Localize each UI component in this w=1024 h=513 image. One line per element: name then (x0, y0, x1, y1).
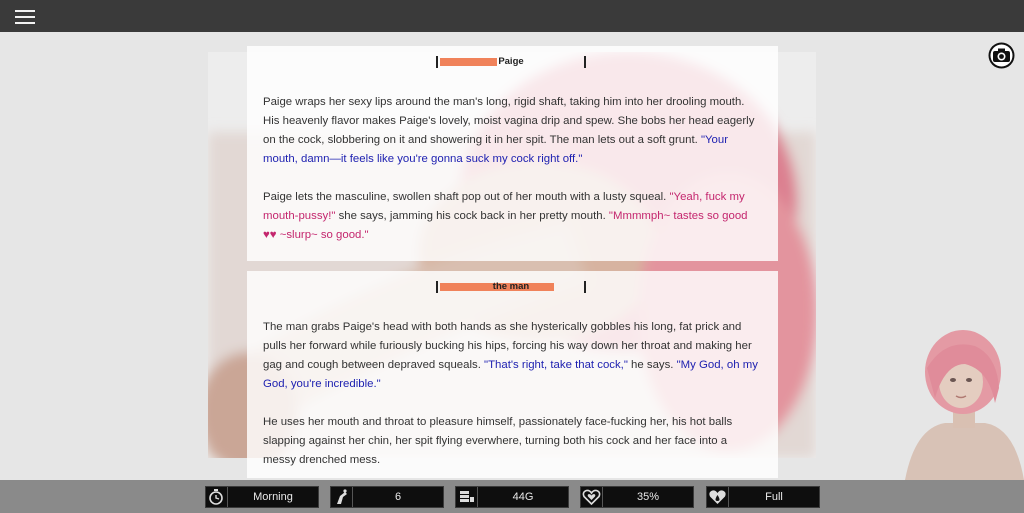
droplet-heart-icon (707, 487, 729, 507)
arousal-value: Full (765, 491, 783, 503)
narration-text: Paige lets the masculine, swollen shaft … (263, 191, 670, 203)
time-of-day-stat[interactable]: Morning (205, 486, 319, 508)
speaker-name: Paige (498, 56, 524, 67)
clock-icon (206, 487, 228, 507)
affection-value: 35% (636, 491, 660, 503)
affection-stat[interactable]: 35% (580, 486, 694, 508)
hamburger-menu-icon[interactable] (15, 10, 35, 24)
energy-stat[interactable]: 6 (330, 486, 444, 508)
narration-text: he says. (627, 359, 677, 371)
speaker-bar: the man (436, 281, 586, 293)
narration-text: Paige wraps her sexy lips around the man… (263, 96, 755, 146)
story-paragraph: The man grabs Paige's head with both han… (263, 318, 763, 394)
time-of-day-value: Morning (253, 491, 293, 503)
heart-icon (581, 487, 603, 507)
narration-text: she says, jamming his cock back in her p… (335, 210, 609, 222)
camera-icon[interactable] (988, 42, 1015, 69)
dialogue-card: the man The man grabs Paige's head with … (247, 271, 778, 478)
story-paragraph: He uses her mouth and throat to pleasure… (263, 413, 763, 470)
energy-value: 6 (394, 491, 402, 503)
top-bar (0, 0, 1024, 32)
speaker-bar: Paige (436, 56, 586, 68)
coins-icon (456, 487, 478, 507)
money-stat[interactable]: 44G (455, 486, 569, 508)
dialogue-text: "That's right, take that cock," (484, 359, 628, 371)
story-paragraph: Paige wraps her sexy lips around the man… (263, 93, 763, 169)
status-bar: Morning 6 44G 35% Full (0, 480, 1024, 513)
speaker-name: the man (492, 281, 530, 292)
money-value: 44G (512, 491, 534, 503)
narration-text: He uses her mouth and throat to pleasure… (263, 416, 733, 466)
story-paragraph: Paige lets the masculine, swollen shaft … (263, 188, 763, 245)
dialogue-card: Paige Paige wraps her sexy lips around t… (247, 46, 778, 261)
footprint-icon (331, 487, 353, 507)
character-avatar (905, 328, 1024, 480)
arousal-stat[interactable]: Full (706, 486, 820, 508)
